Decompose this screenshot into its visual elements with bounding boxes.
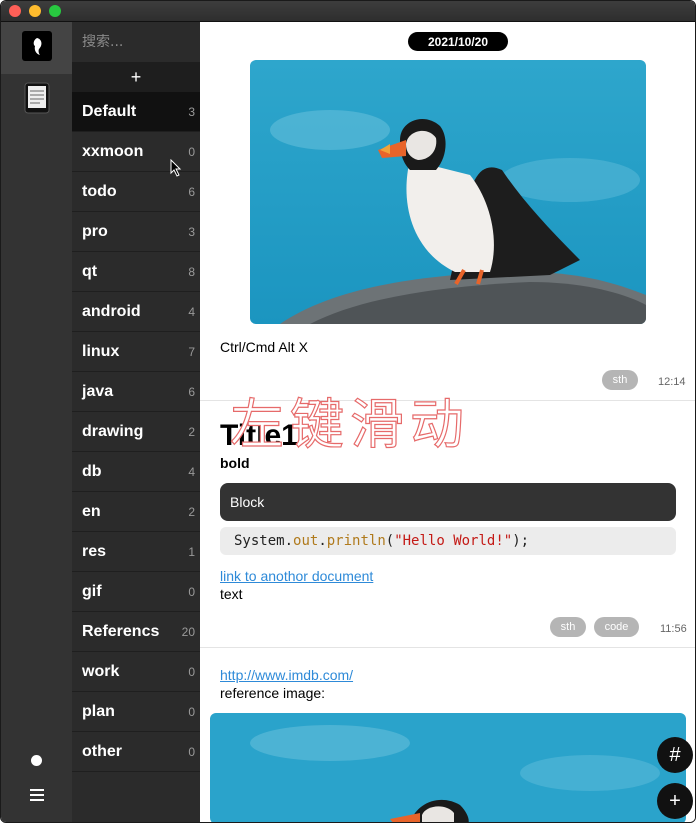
code-token: println [326, 533, 386, 549]
folder-item-linux[interactable]: linux 7 [72, 332, 200, 372]
title-bar [1, 1, 695, 22]
code-token: . [318, 533, 327, 549]
code-block: System. out. println("Hello World!"); [220, 527, 676, 555]
folder-name: work [82, 662, 120, 680]
folder-item-other[interactable]: other 0 [72, 732, 200, 772]
folder-name: other [82, 742, 122, 760]
tag-fab-button[interactable]: # [657, 737, 693, 773]
folder-name: Referencs [82, 622, 160, 640]
puffin-image[interactable] [250, 60, 646, 324]
status-dot-button[interactable] [1, 750, 72, 770]
folder-item-en[interactable]: en 2 [72, 492, 200, 532]
note-text: Ctrl/Cmd Alt X [220, 339, 308, 355]
folder-count: 4 [188, 464, 195, 479]
folder-item-pro[interactable]: pro 3 [72, 212, 200, 252]
folder-count: 3 [188, 224, 195, 239]
folder-item-default[interactable]: Default 3 [72, 92, 200, 132]
app-window: + Default 3 xxmoon 0 todo 6 pro 3 qt 8 android 4 lin… [0, 0, 696, 823]
code-token: ); [512, 533, 530, 549]
folder-name: java [82, 382, 114, 400]
folder-name: en [82, 502, 101, 520]
note-time: 12:14 [658, 376, 686, 388]
icon-rail [1, 22, 72, 822]
folder-count: 0 [188, 664, 195, 679]
folder-name: xxmoon [82, 142, 144, 160]
notebook-nav-button[interactable] [1, 74, 72, 126]
folder-item-plan[interactable]: plan 0 [72, 692, 200, 732]
mouse-cursor [170, 158, 182, 177]
search-input[interactable] [82, 34, 192, 50]
folder-count: 2 [188, 504, 195, 519]
folder-count: 0 [188, 744, 195, 759]
menu-button[interactable] [1, 785, 72, 809]
note-divider [200, 647, 695, 648]
bold-text: bold [220, 455, 250, 471]
folder-count: 0 [188, 704, 195, 719]
folder-count: 2 [188, 424, 195, 439]
add-note-fab-button[interactable]: + [657, 783, 693, 819]
code-string: "Hello World!" [394, 533, 513, 549]
folder-count: 0 [188, 144, 195, 159]
notes-nav-button[interactable] [1, 22, 72, 74]
notebook-icon [24, 82, 50, 119]
imdb-link[interactable]: http://www.imdb.com/ [220, 667, 353, 683]
folder-name: android [82, 302, 141, 320]
folder-count: 7 [188, 344, 195, 359]
folder-count: 0 [188, 584, 195, 599]
tag-sth[interactable]: sth [550, 617, 586, 637]
feather-icon [21, 30, 52, 66]
zoom-window-button[interactable] [49, 5, 61, 17]
folder-name: res [82, 542, 107, 560]
folder-name: linux [82, 342, 120, 360]
folder-name: plan [82, 702, 115, 720]
tag-sth[interactable]: sth [602, 370, 638, 390]
folder-item-java[interactable]: java 6 [72, 372, 200, 412]
folder-item-android[interactable]: android 4 [72, 292, 200, 332]
search-box [72, 22, 200, 62]
close-window-button[interactable] [9, 5, 21, 17]
minimize-window-button[interactable] [29, 5, 41, 17]
tag-code[interactable]: code [594, 617, 639, 637]
notes-pane: 2021/10/20 Ctrl/Cmd Alt X sth 12:14 Titl… [200, 22, 695, 822]
reference-image[interactable] [210, 713, 686, 822]
folder-count: 3 [188, 104, 195, 119]
folder-item-drawing[interactable]: drawing 2 [72, 412, 200, 452]
folder-item-gif[interactable]: gif 0 [72, 572, 200, 612]
note-text: text [220, 586, 243, 602]
folder-name: drawing [82, 422, 144, 440]
folder-item-todo[interactable]: todo 6 [72, 172, 200, 212]
folder-count: 8 [188, 264, 195, 279]
folder-count: 20 [181, 624, 195, 639]
code-token: System. [234, 533, 294, 549]
folder-name: qt [82, 262, 98, 280]
dot-icon [31, 754, 42, 766]
add-folder-button[interactable]: + [72, 62, 200, 92]
folder-name: Default [82, 102, 137, 120]
folder-count: 4 [188, 304, 195, 319]
folder-name: db [82, 462, 102, 480]
code-token: ( [385, 533, 395, 549]
folder-count: 6 [188, 384, 195, 399]
menu-icon [29, 788, 44, 807]
block-quote: Block [220, 483, 676, 521]
folder-item-db[interactable]: db 4 [72, 452, 200, 492]
gesture-hint-watermark: 左键滑动 [229, 392, 470, 456]
doc-link[interactable]: link to anothor document [220, 568, 373, 584]
folder-items: Default 3 xxmoon 0 todo 6 pro 3 qt 8 android 4 linux… [72, 92, 200, 772]
code-token: out [293, 533, 319, 549]
folder-name: todo [82, 182, 117, 200]
note-text: reference image: [220, 685, 326, 701]
folder-name: gif [82, 582, 102, 600]
folder-list: + Default 3 xxmoon 0 todo 6 pro 3 qt 8 android 4 lin… [72, 22, 200, 822]
note-time: 11:56 [660, 623, 687, 635]
folder-item-work[interactable]: work 0 [72, 652, 200, 692]
date-pill: 2021/10/20 [408, 32, 508, 51]
folder-item-res[interactable]: res 1 [72, 532, 200, 572]
folder-count: 6 [188, 184, 195, 199]
folder-name: pro [82, 222, 108, 240]
folder-item-referencs[interactable]: Referencs 20 [72, 612, 200, 652]
folder-count: 1 [188, 544, 195, 559]
folder-item-qt[interactable]: qt 8 [72, 252, 200, 292]
